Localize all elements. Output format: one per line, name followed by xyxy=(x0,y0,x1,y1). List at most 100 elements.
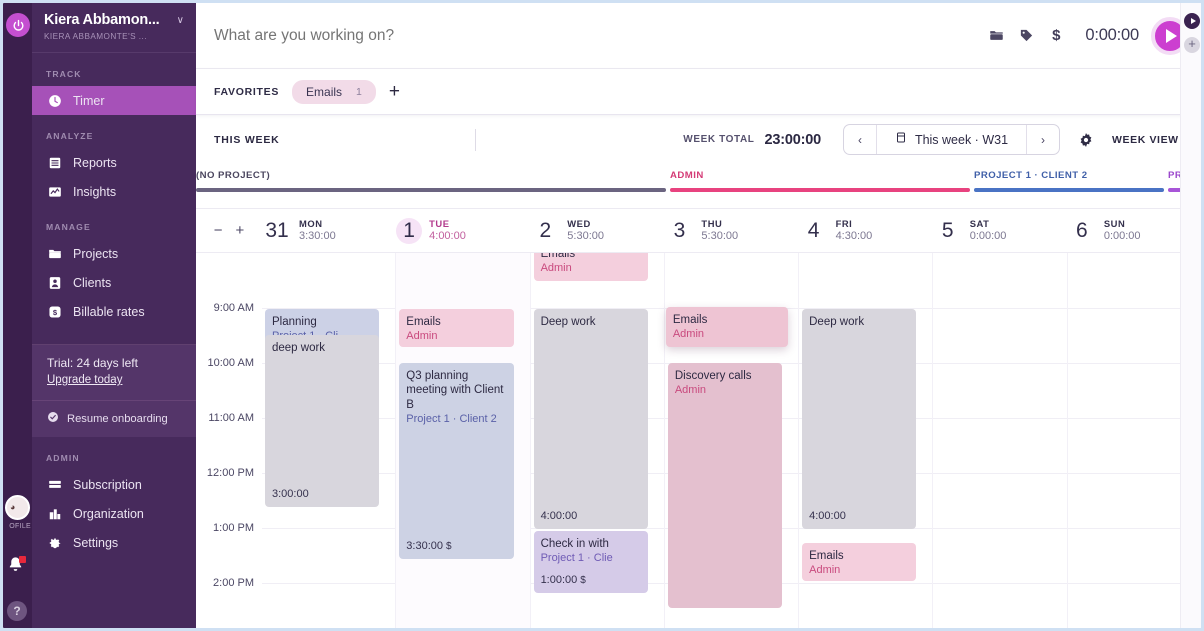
this-week-label: THIS WEEK xyxy=(214,133,280,146)
time-entry-project: Project 1 · Clie xyxy=(540,552,613,565)
time-entry-block[interactable]: Emails Admin xyxy=(399,309,514,347)
sidebar-section-track: TRACK xyxy=(46,69,82,79)
time-entry-block[interactable]: deep work 3:00:00 xyxy=(265,335,380,507)
zoom-in-button[interactable]: + xyxy=(236,222,245,239)
building-icon xyxy=(47,506,62,521)
time-axis: 9:00 AM 10:00 AM 11:00 AM 12:00 PM 1:00 PM 2:… xyxy=(196,253,262,628)
billable-dollar-icon[interactable]: $ xyxy=(1041,27,1071,44)
day-name: SAT xyxy=(969,217,990,229)
project-segment[interactable]: ADMIN xyxy=(670,170,970,192)
day-header-fri[interactable]: 4 FRI 4:30:00 xyxy=(799,218,933,244)
sidebar-item-subscription[interactable]: Subscription xyxy=(32,470,196,499)
favorite-chip-name: Emails xyxy=(306,84,343,99)
time-entry-title: Planning xyxy=(272,316,317,328)
time-entry-block[interactable]: Deep work 4:00:00 xyxy=(802,309,917,529)
time-label: 11:00 AM xyxy=(208,412,254,424)
card-icon xyxy=(47,477,62,492)
favorite-chip-emails[interactable]: Emails 1 xyxy=(292,79,376,104)
day-column-wed[interactable]: Emails Admin Deep work 4:00:00 Check in with… xyxy=(529,253,664,628)
day-total: 5:30:00 xyxy=(567,229,604,242)
sidebar-item-label: Billable rates xyxy=(73,304,145,319)
next-week-button[interactable]: › xyxy=(1027,125,1059,154)
favorite-chip-count: 1 xyxy=(356,85,362,98)
sidebar-item-label: Organization xyxy=(73,506,144,521)
trial-text: Trial: 24 days left xyxy=(47,356,138,370)
day-header-thu[interactable]: 3 THU 5:30:00 xyxy=(664,218,798,244)
notifications-bell-icon[interactable] xyxy=(7,556,27,576)
profile-label: OFILE xyxy=(9,523,31,530)
day-header-tue[interactable]: 1 TUE 4:00:00 xyxy=(396,217,530,244)
sidebar-item-billable-rates[interactable]: $ Billable rates xyxy=(32,297,196,326)
clockify-timer-app: ◕ OFILE ? Kiera Abbamon... ∨ KIERA ABBAM… xyxy=(0,0,1204,631)
week-picker-text: This week · W31 xyxy=(914,132,1009,147)
insights-icon xyxy=(47,184,62,199)
time-entry-project: Admin xyxy=(674,384,707,397)
resume-onboarding-button[interactable]: Resume onboarding xyxy=(32,400,196,437)
avatar[interactable]: ◕ xyxy=(5,495,30,520)
day-info: THU 5:30:00 xyxy=(701,218,738,244)
zoom-out-button[interactable]: − xyxy=(214,222,223,239)
time-entry-block[interactable]: Discovery calls Admin xyxy=(667,363,783,608)
day-column-sat[interactable] xyxy=(932,253,1066,628)
time-entry-title: Deep work xyxy=(809,316,865,328)
time-label: 1:00 PM xyxy=(213,522,254,534)
favorites-label: FAVORITES xyxy=(214,85,280,98)
time-entry-title: Q3 planning meeting with Client B xyxy=(406,370,504,411)
day-number: 4 xyxy=(807,218,820,242)
sidebar-section-analyze: ANALYZE xyxy=(46,131,94,141)
day-header-mon[interactable]: 31 MON 3:30:00 xyxy=(262,218,396,244)
clock-icon xyxy=(47,93,62,108)
sidebar-item-settings[interactable]: Settings xyxy=(32,528,196,557)
time-entry-duration: 4:00:00 xyxy=(809,510,846,523)
time-entry-duration: 4:00:00 xyxy=(540,510,578,523)
chevron-down-icon[interactable]: ∨ xyxy=(177,15,186,26)
time-entry-block[interactable]: Emails Admin xyxy=(665,307,789,347)
time-entry-block[interactable]: Check in with Project 1 · Clie 1:00:00 $ xyxy=(533,531,648,593)
day-column-tue[interactable]: Emails Admin Q3 planning meeting with Clie… xyxy=(395,253,530,628)
view-mode-selector[interactable]: WEEK VIEW⌄ xyxy=(1112,134,1189,146)
day-total: 0:00:00 xyxy=(969,229,1007,242)
project-segment[interactable]: (NO PROJECT) xyxy=(196,170,666,192)
day-name: WED xyxy=(567,217,591,229)
mini-play-icon[interactable] xyxy=(1184,13,1200,29)
previous-week-button[interactable]: ‹ xyxy=(844,125,876,154)
time-entry-title: Discovery calls xyxy=(674,370,752,382)
day-header-sat[interactable]: 5 SAT 0:00:00 xyxy=(933,218,1067,244)
time-entry-block[interactable]: Q3 planning meeting with Client B Project… xyxy=(399,363,514,559)
time-entry-block[interactable]: Deep work 4:00:00 xyxy=(533,309,648,529)
week-total-value: 23:00:00 xyxy=(764,131,821,148)
sidebar-item-organization[interactable]: Organization xyxy=(32,499,196,528)
sidebar-item-insights[interactable]: Insights xyxy=(32,177,196,206)
tag-icon[interactable] xyxy=(1011,28,1041,43)
power-icon[interactable] xyxy=(6,13,30,37)
sidebar-item-timer[interactable]: Timer xyxy=(32,86,196,115)
day-name: FRI xyxy=(835,217,853,229)
day-number: 2 xyxy=(539,218,552,242)
week-picker-button[interactable]: This week · W31 xyxy=(875,125,1028,154)
time-entry-duration: 1:00:00 $ xyxy=(540,574,586,587)
calendar-settings-gear-icon[interactable] xyxy=(1078,132,1094,148)
sidebar-item-reports[interactable]: Reports xyxy=(32,148,196,177)
day-header-wed[interactable]: 2 WED 5:30:00 xyxy=(530,218,664,244)
timer-description-input[interactable] xyxy=(214,26,982,45)
help-icon[interactable]: ? xyxy=(7,601,27,621)
workspace-header[interactable]: Kiera Abbamon... ∨ KIERA ABBAMONTE'S ... xyxy=(32,3,196,53)
time-entry-block[interactable]: Emails Admin xyxy=(533,253,648,281)
project-folder-icon[interactable] xyxy=(981,28,1011,43)
resume-onboarding-label: Resume onboarding xyxy=(67,412,168,425)
upgrade-link[interactable]: Upgrade today xyxy=(47,374,122,386)
sidebar-item-projects[interactable]: Projects xyxy=(32,239,196,268)
sidebar: Kiera Abbamon... ∨ KIERA ABBAMONTE'S ...… xyxy=(32,3,196,628)
day-column-mon[interactable]: PlanningProject 1 · Clideep work3:00:00 xyxy=(262,253,395,628)
project-segment[interactable]: PROJECT 1 · CLIENT 2 xyxy=(974,170,1164,192)
day-name: MON xyxy=(299,217,323,229)
time-entry-block[interactable]: Emails Admin xyxy=(802,543,917,581)
day-column-fri[interactable]: Deep work 4:00:00 Emails Admin xyxy=(798,253,932,628)
mini-add-button[interactable]: + xyxy=(1184,37,1200,53)
day-column-thu[interactable]: Emails Admin Discovery calls Admin xyxy=(663,253,798,628)
add-favorite-button[interactable]: + xyxy=(389,82,400,101)
day-number: 1 xyxy=(396,217,423,244)
project-segment-label: (NO PROJECT) xyxy=(196,170,271,181)
sidebar-item-clients[interactable]: Clients xyxy=(32,268,196,297)
gear-icon xyxy=(47,535,62,550)
